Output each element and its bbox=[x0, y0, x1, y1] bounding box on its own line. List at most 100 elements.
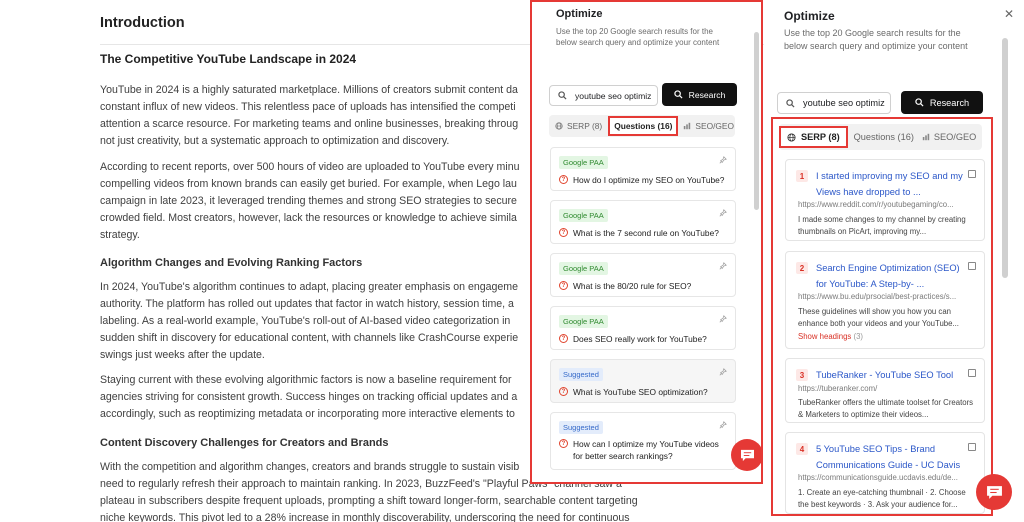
close-icon[interactable]: ✕ bbox=[1004, 7, 1014, 21]
show-headings-label: Show headings bbox=[798, 332, 852, 341]
search-input[interactable]: youtube seo optimiz bbox=[549, 85, 658, 106]
badge-google-paa: Google PAA bbox=[559, 156, 608, 169]
article-heading-introduction: Introduction bbox=[100, 15, 185, 31]
tab-serp-label: SERP (8) bbox=[801, 132, 840, 142]
question-text: How do I optimize my SEO on YouTube? bbox=[573, 175, 725, 185]
tab-questions[interactable]: Questions (16) bbox=[608, 116, 679, 136]
scrollbar[interactable] bbox=[1002, 38, 1008, 278]
pin-icon[interactable] bbox=[719, 262, 727, 270]
text-line: niche keywords. This pivot led to a 28% … bbox=[100, 512, 630, 522]
serp-results-frame: SERP (8) Questions (16) SEO/GEO 1 I star… bbox=[771, 117, 993, 516]
tab-seo-geo[interactable]: SEO/GEO bbox=[920, 132, 978, 142]
question-row: ? Does SEO really work for YouTube? bbox=[559, 333, 707, 345]
search-icon bbox=[786, 98, 795, 108]
bar-chart-icon bbox=[684, 122, 691, 130]
research-label: Research bbox=[929, 97, 970, 108]
result-snippet: TubeRanker offers the ultimate toolset f… bbox=[798, 398, 974, 419]
optimize-panel-questions: Optimize Use the top 20 Google search re… bbox=[530, 0, 763, 484]
serp-result-card[interactable]: 3 TubeRanker - YouTube SEO Tool https://… bbox=[785, 358, 985, 423]
tab-questions-label: Questions (16) bbox=[614, 121, 673, 131]
serp-result-card[interactable]: 4 5 YouTube SEO Tips - Brand Communicati… bbox=[785, 432, 985, 514]
result-url: https://communicationsguide.ucdavis.edu/… bbox=[798, 473, 958, 482]
tab-serp[interactable]: SERP (8) bbox=[549, 121, 608, 131]
external-link-icon[interactable] bbox=[968, 443, 976, 451]
article-subheading-algorithm: Algorithm Changes and Evolving Ranking F… bbox=[100, 257, 363, 269]
question-icon: ? bbox=[559, 175, 568, 184]
article-subheading-discovery: Content Discovery Challenges for Creator… bbox=[100, 437, 389, 449]
question-icon: ? bbox=[559, 387, 568, 396]
research-button[interactable]: Research bbox=[662, 83, 737, 106]
search-input[interactable]: youtube seo optimiz bbox=[777, 92, 891, 114]
chat-button[interactable] bbox=[976, 474, 1012, 510]
serp-result-card[interactable]: 2 Search Engine Optimization (SEO) for Y… bbox=[785, 251, 985, 349]
result-url: https://www.bu.edu/prsocial/best-practic… bbox=[798, 292, 957, 301]
tab-seo-geo[interactable]: SEO/GEO bbox=[678, 121, 739, 131]
tab-serp-label: SERP (8) bbox=[567, 121, 603, 131]
pin-icon[interactable] bbox=[719, 156, 727, 164]
panel-title: Optimize bbox=[784, 9, 835, 23]
question-icon: ? bbox=[559, 439, 568, 448]
search-value: youtube seo optimiz bbox=[575, 90, 652, 101]
tab-seo-label: SEO/GEO bbox=[933, 132, 977, 142]
result-tabs: SERP (8) Questions (16) SEO/GEO bbox=[549, 115, 735, 137]
result-title-link[interactable]: I started improving my SEO and my Views … bbox=[816, 168, 966, 200]
panel-description: Use the top 20 Google search results for… bbox=[556, 27, 720, 47]
search-value: youtube seo optimiz bbox=[803, 98, 885, 108]
globe-icon bbox=[787, 132, 796, 142]
research-label: Research bbox=[688, 89, 726, 100]
pin-icon[interactable] bbox=[719, 368, 727, 376]
chat-button[interactable] bbox=[731, 439, 761, 471]
badge-suggested: Suggested bbox=[559, 421, 603, 434]
pin-icon[interactable] bbox=[719, 209, 727, 217]
badge-suggested: Suggested bbox=[559, 368, 603, 381]
globe-icon bbox=[555, 122, 563, 130]
question-card[interactable]: Google PAA ? What is the 7 second rule on… bbox=[550, 200, 736, 244]
search-icon bbox=[558, 91, 567, 100]
serp-result-card[interactable]: 1 I started improving my SEO and my View… bbox=[785, 159, 985, 241]
result-title-link[interactable]: Search Engine Optimization (SEO) for You… bbox=[816, 260, 966, 292]
question-row: ? What is the 80/20 rule for SEO? bbox=[559, 280, 691, 292]
pin-icon[interactable] bbox=[719, 421, 727, 429]
result-url: https://www.reddit.com/r/youtubegaming/c… bbox=[798, 200, 954, 209]
chat-icon bbox=[740, 449, 754, 461]
text-line: plateau in subscribers despite frequent … bbox=[100, 495, 638, 507]
chat-icon bbox=[986, 485, 1002, 499]
pin-icon[interactable] bbox=[719, 315, 727, 323]
result-rank: 2 bbox=[796, 262, 808, 274]
question-text: Does SEO really work for YouTube? bbox=[573, 334, 707, 344]
external-link-icon[interactable] bbox=[968, 369, 976, 377]
result-snippet: I made some changes to my channel by cre… bbox=[798, 215, 966, 236]
question-icon: ? bbox=[559, 281, 568, 290]
question-icon: ? bbox=[559, 228, 568, 237]
panel-description: Use the top 20 Google search results for… bbox=[784, 28, 968, 51]
badge-google-paa: Google PAA bbox=[559, 262, 608, 275]
result-rank: 1 bbox=[796, 170, 808, 182]
tab-serp[interactable]: SERP (8) bbox=[779, 126, 848, 148]
question-card[interactable]: Suggested ? What is YouTube SEO optimizat… bbox=[550, 359, 736, 403]
badge-google-paa: Google PAA bbox=[559, 315, 608, 328]
result-snippet: These guidelines will show you how you c… bbox=[798, 307, 959, 328]
question-row: ? How can I optimize my YouTube videos fo… bbox=[559, 438, 719, 462]
question-text: What is the 7 second rule on YouTube? bbox=[573, 228, 719, 238]
question-row: ? How do I optimize my SEO on YouTube? bbox=[559, 174, 724, 186]
question-card[interactable]: Suggested ? How can I optimize my YouTube… bbox=[550, 412, 736, 470]
result-snippet: 1. Create an eye-catching thumbnail · 2.… bbox=[798, 488, 966, 509]
article-section-title: The Competitive YouTube Landscape in 202… bbox=[100, 52, 357, 66]
result-rank: 3 bbox=[796, 369, 808, 381]
bar-chart-icon bbox=[922, 133, 930, 141]
question-card[interactable]: Google PAA ? What is the 80/20 rule for S… bbox=[550, 253, 736, 297]
result-rank: 4 bbox=[796, 443, 808, 455]
external-link-icon[interactable] bbox=[968, 170, 976, 178]
scrollbar[interactable] bbox=[754, 32, 759, 210]
show-headings-link[interactable]: Show headings (3) bbox=[798, 332, 863, 341]
question-row: ? What is YouTube SEO optimization? bbox=[559, 386, 708, 398]
badge-google-paa: Google PAA bbox=[559, 209, 608, 222]
external-link-icon[interactable] bbox=[968, 262, 976, 270]
result-title-link[interactable]: TubeRanker - YouTube SEO Tool bbox=[816, 367, 966, 383]
result-title-link[interactable]: 5 YouTube SEO Tips - Brand Communication… bbox=[816, 441, 966, 473]
question-icon: ? bbox=[559, 334, 568, 343]
tab-questions[interactable]: Questions (16) bbox=[848, 132, 920, 142]
question-card[interactable]: Google PAA ? Does SEO really work for You… bbox=[550, 306, 736, 350]
research-button[interactable]: Research bbox=[901, 91, 983, 114]
question-card[interactable]: Google PAA ? How do I optimize my SEO on … bbox=[550, 147, 736, 191]
